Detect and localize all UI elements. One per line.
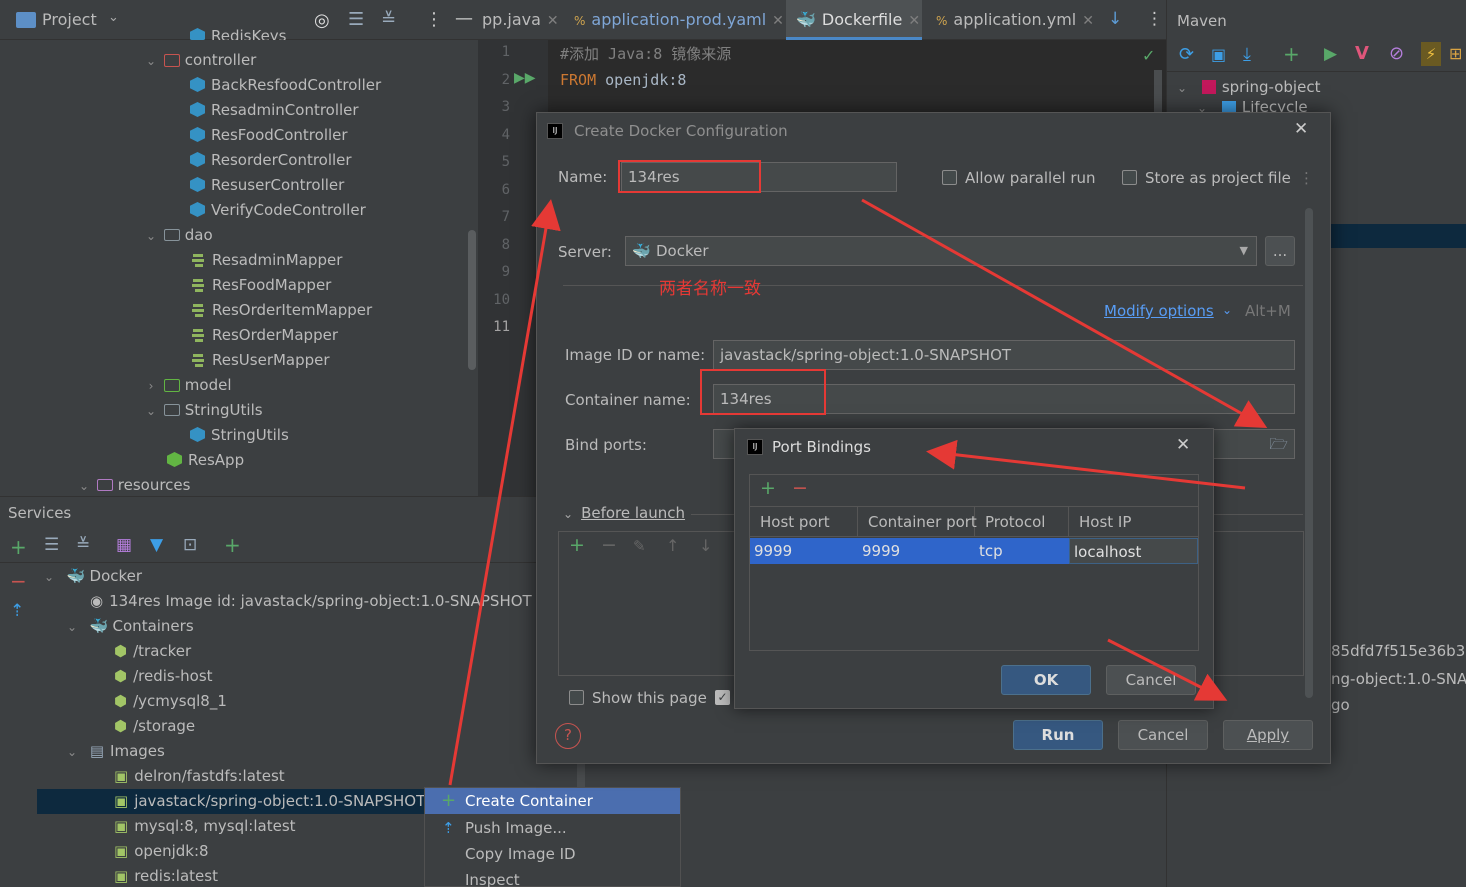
arrow-to-bind-ports bbox=[861, 198, 1268, 428]
arrow-to-apply bbox=[1107, 638, 1228, 701]
arrow-to-name-field bbox=[448, 199, 561, 786]
annotation-arrows bbox=[448, 198, 1268, 786]
arrow-to-port-dialog bbox=[926, 439, 1246, 490]
